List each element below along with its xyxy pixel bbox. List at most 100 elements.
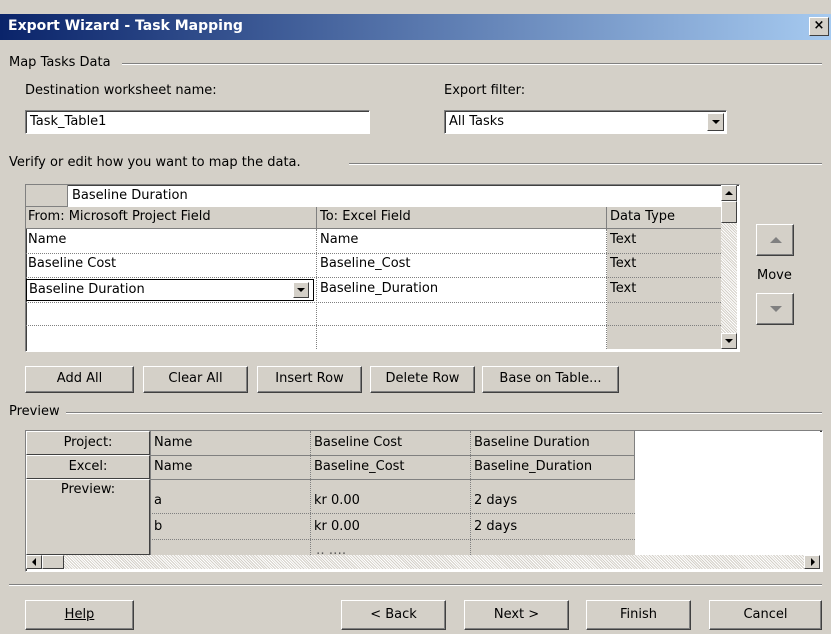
preview-data-cell: kr 0.00 bbox=[314, 519, 360, 534]
preview-row-header: Excel: bbox=[26, 455, 150, 479]
preview-horizontal-scrollbar[interactable] bbox=[26, 555, 820, 569]
edit-bar-value[interactable]: Baseline Duration bbox=[72, 188, 188, 203]
preview-legend: Preview bbox=[9, 404, 60, 419]
destination-worksheet-value: Task_Table1 bbox=[30, 114, 107, 129]
preview-row-divider bbox=[150, 513, 635, 514]
row-datatype-cell: Text bbox=[610, 256, 637, 271]
preview-grid[interactable]: Project: Excel: Preview: Name Baseline C… bbox=[25, 430, 823, 572]
preview-excel-header: Excel: bbox=[68, 459, 108, 474]
export-filter-select[interactable]: All Tasks bbox=[444, 110, 727, 134]
finish-label: Finish bbox=[619, 607, 657, 622]
preview-project-cell: Name bbox=[154, 435, 193, 450]
scroll-up-button[interactable] bbox=[721, 185, 737, 201]
add-all-label: Add All bbox=[56, 371, 103, 386]
map-tasks-legend: Map Tasks Data bbox=[9, 55, 111, 70]
cancel-button[interactable]: Cancel bbox=[709, 600, 822, 630]
insert-row-label: Insert Row bbox=[275, 371, 344, 386]
arrow-down-icon bbox=[770, 306, 782, 312]
arrow-right-icon bbox=[811, 558, 815, 566]
next-button[interactable]: Next > bbox=[464, 600, 569, 630]
preview-row-divider bbox=[150, 539, 635, 540]
chevron-down-icon bbox=[712, 120, 720, 124]
preview-empty-area bbox=[635, 431, 820, 555]
move-label: Move bbox=[757, 268, 792, 283]
base-on-table-button[interactable]: Base on Table... bbox=[482, 366, 619, 393]
clear-all-label: Clear All bbox=[168, 371, 223, 386]
window-title: Export Wizard - Task Mapping bbox=[8, 18, 243, 34]
preview-data-cell: 2 days bbox=[474, 493, 518, 508]
preview-excel-cell: Baseline_Duration bbox=[474, 459, 593, 474]
preview-row-divider bbox=[150, 479, 635, 480]
header-datatype: Data Type bbox=[610, 209, 676, 224]
help-button[interactable]: Help bbox=[25, 600, 134, 630]
preview-data-cell: a bbox=[154, 493, 162, 508]
close-icon: × bbox=[813, 18, 825, 33]
preview-column-divider bbox=[310, 431, 311, 555]
from-field-dropdown-button[interactable] bbox=[293, 282, 309, 298]
back-label: < Back bbox=[370, 607, 417, 622]
mapping-vertical-scrollbar[interactable] bbox=[721, 185, 737, 349]
scroll-left-button[interactable] bbox=[26, 555, 42, 569]
preview-divider bbox=[66, 412, 822, 414]
arrow-up-icon bbox=[770, 237, 782, 243]
preview-row-header: Preview: bbox=[26, 479, 150, 555]
arrow-up-icon bbox=[725, 191, 733, 195]
insert-row-button[interactable]: Insert Row bbox=[257, 366, 362, 393]
mapping-header-row: From: Microsoft Project Field To: Excel … bbox=[26, 207, 721, 229]
export-filter-value: All Tasks bbox=[449, 114, 505, 129]
move-down-button[interactable] bbox=[756, 293, 794, 325]
row-divider bbox=[26, 277, 721, 278]
row-divider bbox=[26, 302, 721, 303]
delete-row-label: Delete Row bbox=[385, 371, 460, 386]
export-filter-label: Export filter: bbox=[444, 83, 526, 98]
export-filter-dropdown-button[interactable] bbox=[707, 113, 724, 131]
arrow-down-icon bbox=[725, 339, 733, 343]
row-divider bbox=[26, 253, 721, 254]
clear-all-button[interactable]: Clear All bbox=[143, 366, 248, 393]
scroll-right-button[interactable] bbox=[804, 555, 820, 569]
horizontal-scroll-thumb[interactable] bbox=[42, 555, 64, 569]
preview-row-divider bbox=[150, 455, 635, 456]
row-datatype-cell: Text bbox=[610, 281, 637, 296]
add-all-button[interactable]: Add All bbox=[25, 366, 134, 393]
preview-excel-cell: Name bbox=[154, 459, 193, 474]
preview-row-header: Project: bbox=[26, 431, 150, 455]
header-divider bbox=[606, 207, 607, 229]
preview-column-divider bbox=[150, 431, 151, 555]
chevron-down-icon bbox=[297, 288, 305, 292]
mapping-grid[interactable]: Baseline Duration From: Microsoft Projec… bbox=[25, 184, 740, 352]
header-to: To: Excel Field bbox=[320, 209, 411, 224]
from-field-combo[interactable]: Baseline Duration bbox=[26, 279, 314, 301]
row-to-cell[interactable]: Name bbox=[318, 232, 604, 247]
title-bar[interactable]: Export Wizard - Task Mapping × bbox=[0, 14, 831, 40]
scroll-thumb[interactable] bbox=[721, 201, 737, 223]
preview-data-bg bbox=[150, 479, 635, 555]
preview-column-divider bbox=[470, 431, 471, 555]
cancel-label: Cancel bbox=[743, 607, 788, 622]
preview-excel-cell: Baseline_Cost bbox=[314, 459, 405, 474]
row-to-cell[interactable]: Baseline_Cost bbox=[318, 256, 604, 271]
destination-worksheet-input[interactable]: Task_Table1 bbox=[25, 110, 370, 134]
from-field-combo-value: Baseline Duration bbox=[29, 282, 145, 297]
footer-divider bbox=[9, 584, 822, 586]
arrow-left-icon bbox=[32, 558, 36, 566]
row-to-cell[interactable]: Baseline_Duration bbox=[318, 281, 604, 296]
base-on-table-label: Base on Table... bbox=[499, 371, 602, 386]
delete-row-button[interactable]: Delete Row bbox=[370, 366, 475, 393]
header-divider bbox=[316, 207, 317, 229]
preview-data-cell: b bbox=[154, 519, 163, 534]
row-from-cell[interactable]: Name bbox=[26, 232, 314, 247]
row-from-cell[interactable]: Baseline Cost bbox=[26, 256, 314, 271]
row-divider bbox=[26, 325, 721, 326]
mapping-legend: Verify or edit how you want to map the d… bbox=[9, 155, 301, 170]
back-button[interactable]: < Back bbox=[341, 600, 446, 630]
scroll-down-button[interactable] bbox=[721, 333, 737, 349]
next-label: Next > bbox=[493, 607, 540, 622]
move-up-button[interactable] bbox=[756, 224, 794, 256]
column-divider bbox=[606, 229, 607, 349]
close-button[interactable]: × bbox=[809, 17, 829, 36]
finish-button[interactable]: Finish bbox=[586, 600, 691, 630]
background-window-strip bbox=[0, 0, 831, 15]
edit-bar-corner bbox=[26, 185, 68, 207]
preview-project-cell: Baseline Duration bbox=[474, 435, 590, 450]
